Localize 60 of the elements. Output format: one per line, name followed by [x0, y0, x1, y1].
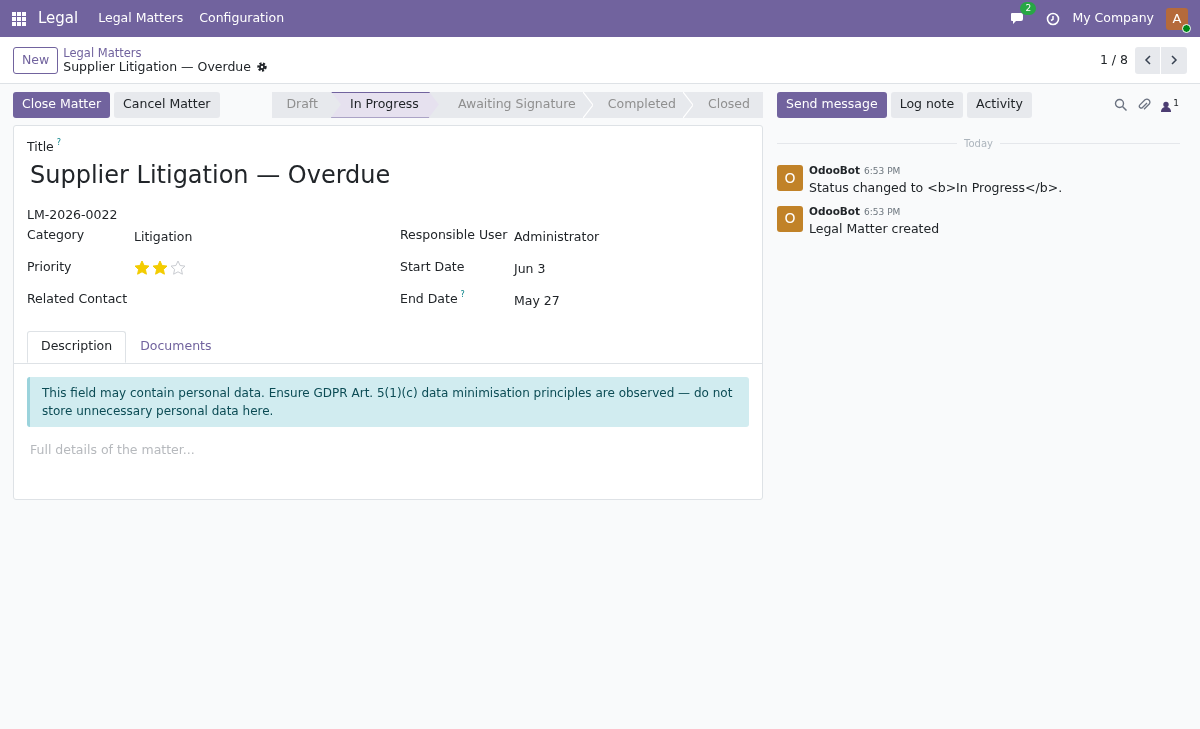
field-value[interactable]: Administrator — [514, 228, 600, 245]
menu-item[interactable]: Configuration — [199, 9, 285, 28]
field-label: End Date — [400, 290, 458, 307]
empty-star-icon[interactable] — [170, 259, 186, 276]
chevron-right-icon — [1169, 54, 1179, 66]
filled-star-icon[interactable] — [152, 259, 168, 276]
field-label: Priority — [27, 258, 72, 275]
field-value[interactable]: Jun 3 — [514, 260, 546, 277]
field-label: Title — [27, 138, 54, 156]
stage-separator-icon — [683, 91, 693, 118]
message-author[interactable]: OdooBot — [809, 203, 861, 220]
menu-item[interactable]: Legal Matters — [98, 9, 184, 28]
description-field[interactable]: Full details of the matter... — [27, 440, 749, 481]
previous-button[interactable] — [1135, 46, 1161, 74]
message-body: Status changed to <b>In Progress</b>. — [809, 178, 1063, 196]
message-time: 6:53 PM — [864, 205, 901, 219]
author-avatar[interactable]: O — [777, 205, 803, 232]
title-value[interactable]: Supplier Litigation — Overdue — [30, 158, 749, 191]
message-body: Legal Matter created — [809, 219, 940, 237]
clock-icon[interactable] — [1046, 11, 1061, 26]
field-label: Start Date — [400, 258, 465, 275]
chatter-button[interactable]: Log note — [890, 91, 964, 118]
message-count-badge: 2 — [1020, 2, 1037, 15]
help-marker[interactable]: ? — [56, 138, 62, 147]
primary-action-button[interactable]: Close Matter — [13, 91, 111, 118]
paperclip-icon[interactable] — [1137, 97, 1152, 112]
person-icon[interactable] — [1161, 100, 1172, 112]
app-menu-icon[interactable] — [12, 11, 26, 26]
chatter-button[interactable]: Activity — [967, 91, 1032, 118]
follower-count: 1 — [1173, 97, 1179, 108]
stage-separator-icon — [582, 91, 593, 118]
message-time: 6:53 PM — [864, 165, 901, 178]
status-stage[interactable]: In Progress — [330, 91, 439, 118]
field-value[interactable]: Litigation — [134, 228, 193, 245]
breadcrumb-link[interactable]: Legal Matters — [63, 46, 268, 60]
author-avatar[interactable]: O — [777, 165, 803, 191]
filled-star-icon[interactable] — [134, 259, 150, 276]
breadcrumb-current: Supplier Litigation — Overdue — [63, 60, 251, 74]
action-button[interactable]: Cancel Matter — [114, 91, 220, 118]
pager-value[interactable]: 1 / 8 — [1099, 50, 1128, 70]
send-message-button[interactable]: Send message — [777, 91, 887, 118]
message-author[interactable]: OdooBot — [809, 163, 861, 179]
help-marker[interactable]: ? — [460, 289, 465, 299]
gear-icon[interactable] — [255, 61, 268, 73]
field-value[interactable]: May 27 — [514, 292, 560, 309]
next-button[interactable] — [1161, 46, 1187, 74]
new-button[interactable]: New — [13, 46, 59, 74]
search-icon[interactable] — [1114, 98, 1128, 111]
form-tab[interactable]: Description — [27, 330, 127, 363]
app-name[interactable]: Legal — [38, 7, 79, 30]
chevron-left-icon — [1142, 54, 1153, 66]
reference-number: LM-2026-0022 — [27, 205, 119, 224]
field-label: Responsible User — [400, 226, 508, 243]
date-separator: Today — [963, 137, 994, 151]
user-avatar[interactable]: A — [1166, 7, 1188, 30]
form-tab[interactable]: Documents — [126, 330, 226, 363]
company-name[interactable]: My Company — [1072, 9, 1154, 28]
field-label: Category — [27, 226, 85, 243]
field-label: Related Contact — [27, 290, 128, 307]
info-alert: This field may contain personal data. Ensure GDPR Art. 5(1)(c) data minimisation principles are observed — do not store unnecessary personal data here. — [27, 376, 749, 427]
